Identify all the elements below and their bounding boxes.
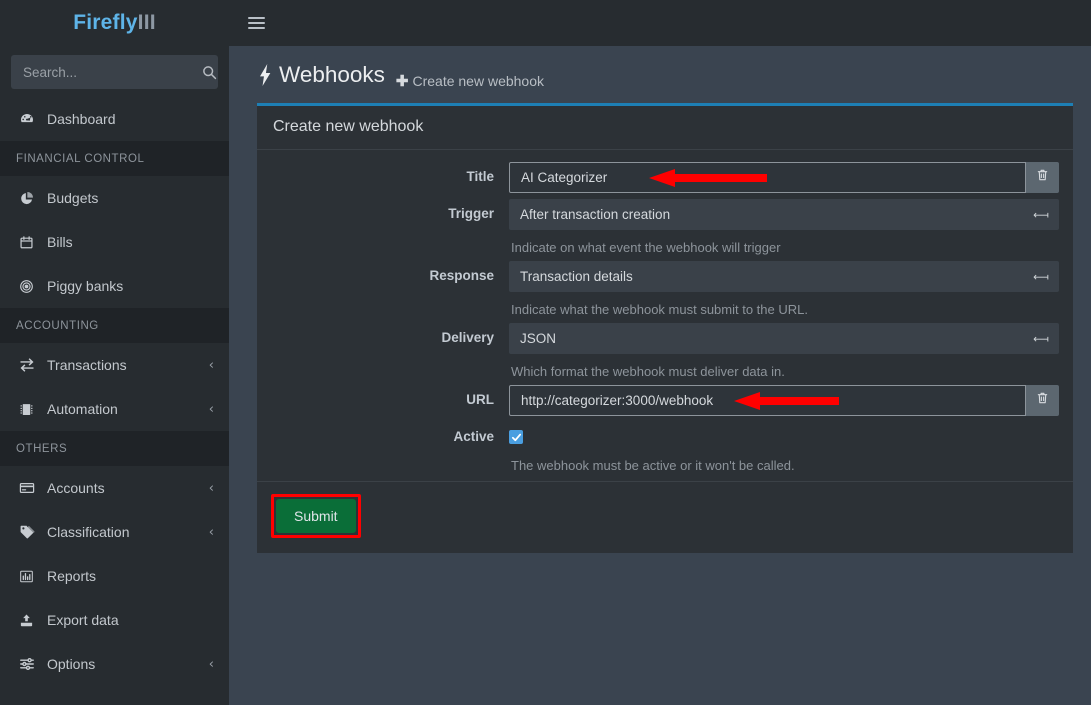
active-label: Active: [453, 429, 494, 444]
title-input[interactable]: [509, 162, 1026, 193]
submit-button[interactable]: Submit: [276, 498, 356, 533]
response-help-text: Indicate what the webhook must submit to…: [511, 302, 808, 317]
pie-chart-icon: [19, 191, 41, 206]
sidebar-item-label: Budgets: [47, 190, 99, 206]
tag-icon: [19, 524, 41, 540]
trigger-label: Trigger: [448, 206, 494, 221]
title-delete-button[interactable]: [1026, 162, 1059, 193]
trigger-selected-value: After transaction creation: [520, 207, 671, 222]
search-icon[interactable]: [202, 65, 217, 80]
create-webhook-card: Create new webhook Title AI Categorizer …: [257, 103, 1073, 553]
sidebar-item-label: Automation: [47, 401, 118, 417]
sidebar-search: [0, 46, 229, 97]
card-title: Create new webhook: [257, 106, 1073, 150]
delivery-label: Delivery: [441, 330, 494, 345]
credit-card-icon: [19, 480, 41, 496]
chevron-down-icon: ⟻: [1033, 270, 1049, 283]
sidebar-item-accounts[interactable]: Accounts ‹: [0, 466, 229, 510]
sidebar-item-reports[interactable]: Reports: [0, 554, 229, 598]
sidebar-item-label: Options: [47, 656, 96, 672]
plus-icon: ✚: [395, 73, 409, 90]
trigger-help-text: Indicate on what event the webhook will …: [511, 240, 781, 255]
tachometer-icon: [19, 111, 41, 127]
sidebar-item-dashboard[interactable]: Dashboard: [0, 97, 229, 141]
sidebar-item-label: Reports: [47, 568, 97, 584]
sidebar-item-label: Piggy banks: [47, 278, 124, 294]
sidebar-item-automation[interactable]: Automation ‹: [0, 387, 229, 431]
bullseye-icon: [19, 279, 41, 294]
active-help-text: The webhook must be active or it won't b…: [511, 457, 795, 473]
sidebar-item-label: Dashboard: [47, 111, 116, 127]
sliders-icon: [19, 656, 41, 672]
delivery-help-text: Which format the webhook must deliver da…: [511, 364, 785, 379]
sidebar-item-label: Accounts: [47, 480, 105, 496]
delivery-select[interactable]: JSON ⟻: [509, 323, 1059, 354]
calendar-icon: [19, 235, 41, 250]
bolt-icon: [257, 64, 274, 86]
exchange-icon: [19, 357, 41, 373]
form-row-trigger: Trigger After transaction creation ⟻ Ind…: [271, 199, 1059, 255]
topbar: [229, 0, 1091, 46]
form-row-response: Response Transaction details ⟻ Indicate …: [271, 261, 1059, 317]
webhook-form: Title AI Categorizer Trigger After trans…: [257, 150, 1073, 481]
active-checkbox[interactable]: [509, 430, 523, 444]
create-new-webhook-link[interactable]: ✚ Create new webhook: [396, 72, 544, 90]
sidebar-item-label: Bills: [47, 234, 73, 250]
title-label: Title: [466, 169, 494, 184]
sidebar-item-classification[interactable]: Classification ‹: [0, 510, 229, 554]
submit-highlight: Submit: [271, 493, 361, 538]
url-input[interactable]: [509, 385, 1026, 416]
brand-name: Firefly: [73, 11, 138, 34]
chevron-left-icon: ‹: [208, 357, 214, 373]
search-box[interactable]: [11, 55, 218, 89]
response-label: Response: [429, 268, 494, 283]
sidebar-item-export-data[interactable]: Export data: [0, 598, 229, 642]
main-area: Webhooks ✚ Create new webhook Create new…: [229, 0, 1091, 705]
url-label: URL: [466, 392, 494, 407]
sidebar: FireflyIII Dashboard FINANCIAL CO: [0, 0, 229, 705]
upload-icon: [19, 613, 41, 628]
chevron-left-icon: ‹: [208, 656, 214, 672]
chevron-left-icon: ‹: [208, 524, 214, 540]
brand-logo[interactable]: Firefly III: [0, 0, 229, 46]
chevron-left-icon: ‹: [208, 480, 214, 496]
search-input[interactable]: [21, 63, 202, 81]
hamburger-icon[interactable]: [248, 14, 265, 32]
url-delete-button[interactable]: [1026, 385, 1059, 416]
sidebar-group-financial-control: FINANCIAL CONTROL: [0, 141, 229, 176]
page-title: Webhooks: [257, 62, 385, 88]
page-header: Webhooks ✚ Create new webhook: [243, 46, 1059, 103]
sidebar-item-budgets[interactable]: Budgets: [0, 176, 229, 220]
chevron-down-icon: ⟻: [1033, 332, 1049, 345]
sidebar-group-others: OTHERS: [0, 431, 229, 466]
trigger-select[interactable]: After transaction creation ⟻: [509, 199, 1059, 230]
chevron-down-icon: ⟻: [1033, 208, 1049, 221]
bar-chart-icon: [19, 569, 41, 584]
form-row-active: Active The webhook must be active or it …: [271, 422, 1059, 473]
create-new-webhook-label: Create new webhook: [412, 73, 545, 89]
sidebar-item-piggy-banks[interactable]: Piggy banks: [0, 264, 229, 308]
sidebar-item-label: Classification: [47, 524, 130, 540]
sidebar-item-bills[interactable]: Bills: [0, 220, 229, 264]
content-area: Webhooks ✚ Create new webhook Create new…: [229, 46, 1091, 553]
brand-suffix: III: [137, 11, 156, 34]
response-select[interactable]: Transaction details ⟻: [509, 261, 1059, 292]
sidebar-item-label: Transactions: [47, 357, 127, 373]
response-selected-value: Transaction details: [520, 269, 633, 284]
form-row-delivery: Delivery JSON ⟻ Which format the webhook…: [271, 323, 1059, 379]
sidebar-group-accounting: ACCOUNTING: [0, 308, 229, 343]
page-title-text: Webhooks: [279, 62, 385, 87]
memory-icon: [19, 402, 41, 417]
trash-icon: [1036, 168, 1049, 187]
form-row-url: URL: [271, 385, 1059, 416]
sidebar-item-transactions[interactable]: Transactions ‹: [0, 343, 229, 387]
sidebar-item-options[interactable]: Options ‹: [0, 642, 229, 686]
chevron-left-icon: ‹: [208, 401, 214, 417]
delivery-selected-value: JSON: [520, 331, 557, 346]
trash-icon: [1036, 391, 1049, 410]
form-row-title: Title: [271, 162, 1059, 193]
sidebar-item-label: Export data: [47, 612, 119, 628]
card-footer: Submit: [257, 480, 1073, 553]
